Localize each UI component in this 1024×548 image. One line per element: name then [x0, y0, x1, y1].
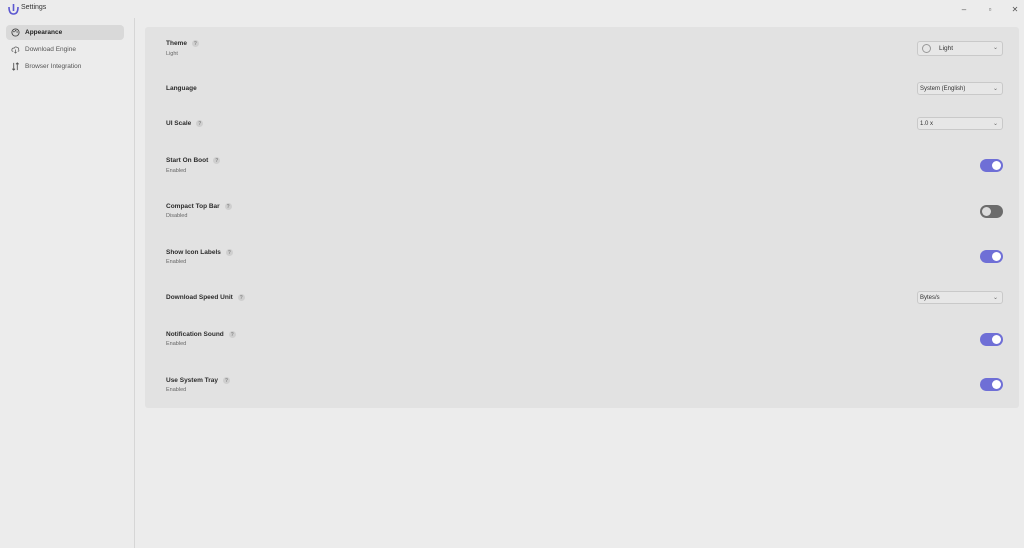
- setting-subtitle: Enabled: [166, 168, 187, 174]
- toggle-knob: [992, 335, 1001, 344]
- help-icon[interactable]: ?: [228, 331, 236, 338]
- select-value: Bytes/s: [920, 294, 940, 301]
- transfer-arrows-icon: [10, 62, 20, 72]
- chevron-down-icon: ⌄: [992, 45, 998, 51]
- toggle-knob: [992, 161, 1001, 170]
- setting-title: Notification Sound: [166, 331, 224, 338]
- setting-subtitle: Enabled: [166, 259, 187, 265]
- help-icon[interactable]: ?: [196, 120, 204, 127]
- setting-subtitle: Light: [166, 51, 178, 57]
- start-on-boot-toggle[interactable]: [980, 159, 1003, 172]
- help-icon[interactable]: ?: [223, 377, 231, 384]
- sidebar-item-label: Appearance: [25, 29, 63, 36]
- sidebar-item-appearance[interactable]: Appearance: [6, 25, 124, 40]
- setting-title: Download Speed Unit: [166, 294, 233, 301]
- setting-subtitle: Disabled: [166, 213, 188, 219]
- help-icon[interactable]: ?: [237, 294, 245, 301]
- setting-subtitle: Enabled: [166, 387, 187, 393]
- theme-select[interactable]: Light ⌄: [917, 41, 1003, 56]
- setting-title: Theme: [166, 40, 187, 47]
- toggle-knob: [992, 380, 1001, 389]
- language-select[interactable]: System (English) ⌄: [917, 82, 1003, 95]
- title-bar: Settings – ▫ ✕: [0, 0, 1024, 18]
- app-logo-icon: [8, 4, 19, 15]
- sidebar-item-label: Browser Integration: [25, 63, 82, 70]
- select-value: Light: [939, 45, 954, 52]
- help-icon[interactable]: ?: [225, 249, 233, 256]
- sidebar-item-browser-integration[interactable]: Browser Integration: [6, 59, 124, 74]
- setting-title: Compact Top Bar: [166, 203, 220, 210]
- help-icon[interactable]: ?: [191, 40, 199, 47]
- notification-sound-toggle[interactable]: [980, 333, 1003, 346]
- select-value: System (English): [920, 85, 966, 92]
- ui-scale-select[interactable]: 1.0 x ⌄: [917, 117, 1003, 130]
- toggle-knob: [992, 252, 1001, 261]
- sidebar-item-label: Download Engine: [25, 46, 76, 53]
- select-value: 1.0 x: [920, 120, 934, 127]
- setting-title: Show Icon Labels: [166, 249, 221, 256]
- maximize-button[interactable]: ▫: [979, 2, 1001, 16]
- window-title: Settings: [21, 4, 47, 11]
- theme-swatch-icon: [922, 44, 931, 53]
- help-icon[interactable]: ?: [224, 203, 232, 210]
- chevron-down-icon: ⌄: [992, 86, 998, 92]
- show-icon-labels-toggle[interactable]: [980, 250, 1003, 263]
- setting-title: Start On Boot: [166, 157, 209, 164]
- chevron-down-icon: ⌄: [992, 121, 998, 127]
- setting-subtitle: Enabled: [166, 341, 187, 347]
- download-speed-unit-select[interactable]: Bytes/s ⌄: [917, 291, 1003, 304]
- chevron-down-icon: ⌄: [992, 295, 998, 301]
- sidebar: Appearance Download Engine Browser Integ…: [0, 24, 134, 548]
- help-icon[interactable]: ?: [213, 157, 221, 164]
- compact-top-bar-toggle[interactable]: [980, 205, 1003, 218]
- use-system-tray-toggle[interactable]: [980, 378, 1003, 391]
- palette-icon: [10, 28, 20, 38]
- setting-title: UI Scale: [166, 120, 192, 127]
- sidebar-item-download-engine[interactable]: Download Engine: [6, 42, 124, 57]
- settings-panel: Theme ? Light Light ⌄ Language System (E…: [145, 27, 1019, 408]
- cloud-download-icon: [10, 45, 20, 55]
- minimize-button[interactable]: –: [953, 2, 975, 16]
- close-button[interactable]: ✕: [1004, 2, 1024, 16]
- toggle-knob: [982, 207, 991, 216]
- setting-title: Language: [166, 85, 197, 92]
- setting-title: Use System Tray: [166, 377, 219, 384]
- sidebar-divider: [134, 18, 135, 548]
